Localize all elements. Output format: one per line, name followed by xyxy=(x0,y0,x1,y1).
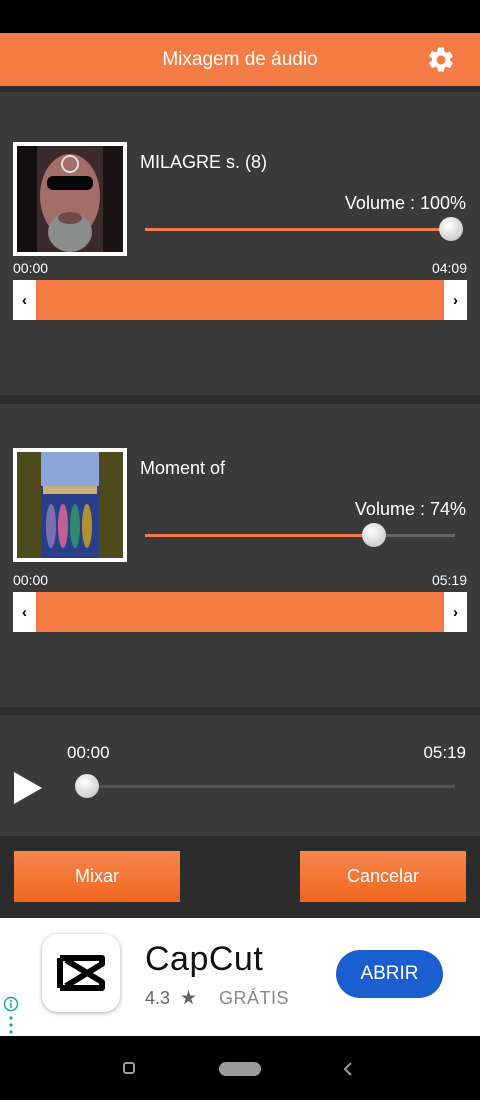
track-2-title: Moment of xyxy=(140,458,226,478)
track-2-volume-label: Volume : 74% xyxy=(354,499,466,519)
track-1-trim-range[interactable]: ‹ › xyxy=(13,280,467,320)
system-nav-bar xyxy=(0,1036,480,1100)
ad-banner[interactable]: CapCut 4.3 ★ GRÁTIS ABRIR xyxy=(0,918,480,1036)
track-2-trim-range[interactable]: ‹ › xyxy=(13,592,467,632)
track-card-2: Moment of Volume : 74% 00:00 05:19 ‹ › xyxy=(0,404,480,707)
playback-seekbar[interactable] xyxy=(75,774,455,798)
track-1-volume-fill xyxy=(145,228,455,231)
recent-apps-icon[interactable] xyxy=(123,1062,135,1074)
mix-button[interactable]: Mixar xyxy=(14,851,180,902)
page-title: Mixagem de áudio xyxy=(162,48,318,70)
track-1-trim-right-handle[interactable]: › xyxy=(444,280,467,320)
playback-panel: 00:00 05:19 xyxy=(0,715,480,836)
track-1-volume-knob[interactable] xyxy=(439,217,463,241)
play-icon[interactable] xyxy=(12,770,44,806)
ad-rating: 4.3 xyxy=(145,988,171,1008)
track-2-trim-right-handle[interactable]: › xyxy=(444,592,467,632)
ad-open-button[interactable]: ABRIR xyxy=(336,950,443,998)
player-total-time: 05:19 xyxy=(423,743,466,762)
album-art-image xyxy=(17,146,123,252)
star-icon: ★ xyxy=(180,988,198,1009)
track-1-trim-left-handle[interactable]: ‹ xyxy=(13,280,36,320)
track-2-volume-slider[interactable] xyxy=(145,523,455,547)
ad-price: GRÁTIS xyxy=(219,988,290,1008)
track-2-volume-knob[interactable] xyxy=(362,523,386,547)
player-current-time: 00:00 xyxy=(67,743,110,762)
album-art-image xyxy=(17,452,123,558)
track-2-start-time: 00:00 xyxy=(13,572,49,588)
track-1-album-art xyxy=(13,142,127,256)
track-1-start-time: 00:00 xyxy=(13,260,49,276)
capcut-logo-icon[interactable] xyxy=(42,934,120,1012)
ad-app-name[interactable]: CapCut xyxy=(145,940,263,979)
track-2-end-time: 05:19 xyxy=(431,572,467,588)
app-bar: Mixagem de áudio xyxy=(0,33,480,86)
track-2-volume-fill xyxy=(145,534,374,537)
playback-seek-knob[interactable] xyxy=(75,774,99,798)
ad-info-icon[interactable] xyxy=(3,996,19,1036)
track-1-volume-label: Volume : 100% xyxy=(344,193,466,213)
gear-icon[interactable] xyxy=(426,45,456,75)
track-2-album-art xyxy=(13,448,127,562)
status-bar xyxy=(0,0,480,33)
track-1-title: MILAGRE s. (8) xyxy=(140,152,268,172)
track-2-trim-left-handle[interactable]: ‹ xyxy=(13,592,36,632)
track-1-end-time: 04:09 xyxy=(431,260,467,276)
cancel-button[interactable]: Cancelar xyxy=(300,851,466,902)
track-card-1: MILAGRE s. (8) Volume : 100% 00:00 04:09… xyxy=(0,92,480,395)
back-icon[interactable] xyxy=(342,1061,354,1077)
home-pill-icon[interactable] xyxy=(219,1062,261,1076)
track-1-volume-slider[interactable] xyxy=(145,217,463,241)
